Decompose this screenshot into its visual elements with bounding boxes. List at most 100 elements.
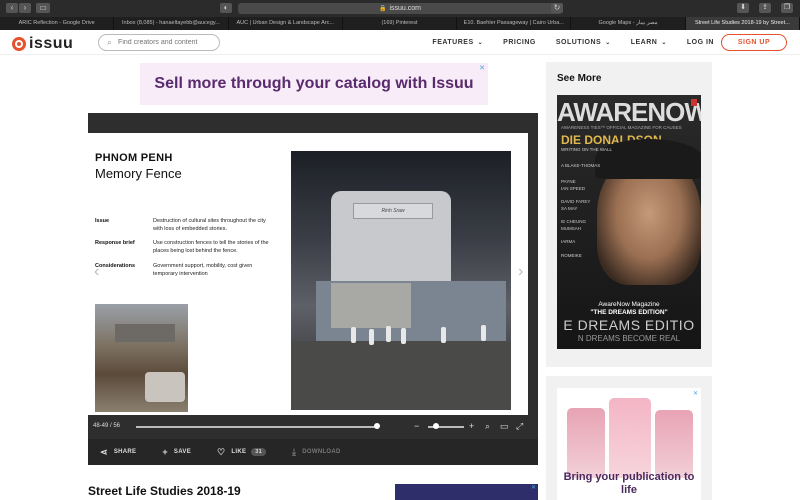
photo-person [369, 329, 374, 345]
photo-person [351, 327, 356, 343]
page-city-title: PHNOM PENH [95, 152, 173, 164]
nav-pricing[interactable]: PRICING [503, 39, 536, 46]
main-nav: FEATURES ⌄ PRICING SOLUTIONS ⌄ LEARN ⌄ LOG … [432, 30, 714, 55]
reader-controls: 48-49 / 56 − + ⌕ ▭ ⤢ [88, 415, 538, 439]
zoom-out-icon[interactable]: − [414, 421, 419, 431]
magazine-caption: AwareNow Magazine [598, 301, 660, 308]
like-count-badge: 31 [251, 448, 266, 456]
ad-choices-icon[interactable]: ✕ [693, 390, 698, 397]
tab-auc[interactable]: AUC | Urban Design & Landscape Arc... [229, 17, 343, 30]
sidebar-icon[interactable]: ▭ [36, 3, 50, 13]
nav-login[interactable]: LOG IN [687, 39, 714, 46]
site-header: issuu ⌕ FEATURES⌄ PRICING SOLUTIONS⌄ LEA… [0, 30, 800, 55]
logo-icon [12, 37, 26, 51]
photo-ground [291, 341, 511, 410]
tab-aric-reflection[interactable]: ARIC Reflection - Google Drive [0, 17, 115, 30]
chevron-down-icon: ⌄ [605, 40, 611, 46]
tab-baehler[interactable]: E10. Baehler Passageway | Cairo Urba... [457, 17, 572, 30]
document-reader: PHNOM PENH Memory Fence Issue Destructio… [88, 113, 538, 465]
reload-icon[interactable]: ↻ [551, 3, 563, 13]
search-box[interactable]: ⌕ [98, 34, 220, 51]
tab-inbox[interactable]: Inbox (8,085) - hanaeltayebb@aucegy... [114, 17, 229, 30]
prev-page-icon[interactable]: ‹ [94, 263, 99, 281]
zoom-slider-handle[interactable] [433, 423, 439, 429]
page-project-title: Memory Fence [95, 166, 182, 181]
tab-street-life[interactable]: Street Life Studies 2018-19 by Street... [685, 17, 800, 30]
share-icon[interactable]: ⇪ [759, 3, 771, 13]
bottom-ad[interactable]: ✕ [395, 484, 538, 500]
like-button[interactable]: ♡ LIKE 31 [217, 447, 266, 458]
magazine-brand: AWARENOW [557, 97, 701, 127]
see-more-title: See More [557, 73, 602, 84]
search-icon[interactable]: ⌕ [485, 421, 490, 432]
photo-person [386, 326, 391, 342]
nav-solutions[interactable]: SOLUTIONS ⌄ [556, 39, 611, 46]
ad-choices-icon[interactable]: ✕ [531, 484, 536, 491]
back-icon[interactable]: ‹ [6, 3, 18, 13]
page-slider-handle[interactable] [374, 423, 380, 429]
tab-google-maps[interactable]: Google Maps - مصر بيبار [571, 17, 686, 30]
chevron-down-icon: ⌄ [661, 40, 667, 46]
magazine-portrait-hat [595, 139, 701, 179]
search-icon: ⌕ [107, 37, 113, 47]
row-text-response: Use construction fences to tell the stor… [153, 240, 269, 254]
fullscreen-icon[interactable]: ⤢ [516, 421, 523, 432]
phone-mockup [655, 410, 693, 478]
photo-person [481, 325, 486, 341]
magazine-side-line: DAVID FAREY [561, 199, 591, 204]
building-photo: Rinh Sraw [291, 151, 511, 410]
ad-banner[interactable]: Sell more through your catalog with Issu… [140, 63, 488, 105]
photo-building-sign: Rinh Sraw [353, 203, 433, 219]
sidebar-ad-text: Bring your publication to life [563, 471, 695, 496]
forward-icon[interactable]: › [19, 3, 31, 13]
nav-learn[interactable]: LEARN ⌄ [631, 39, 667, 46]
sidebar-ad[interactable]: ✕ Bring your publication to life [546, 376, 712, 500]
phone-mockup [567, 408, 605, 478]
magazine-big-text: E DREAMS EDITIO [563, 317, 695, 333]
download-icon: ⤓ [291, 446, 297, 457]
magazine-tagline: AWARENESS TIES™ OFFICIAL MAGAZINE FOR CA… [561, 125, 682, 130]
photo-person [441, 327, 446, 343]
magazine-side-line: ROMEIKE [561, 253, 582, 258]
download-button[interactable]: ⤓ DOWNLOAD [292, 447, 341, 458]
photo-awning [115, 324, 175, 342]
magazine-edition: "THE DREAMS EDITION" [590, 309, 668, 316]
address-bar[interactable]: 🔒 issuu.com [238, 3, 562, 14]
see-more-panel: See More AWARENOW AWARENESS TIES™ OFFICI… [546, 62, 712, 367]
share-button[interactable]: ⋖ SHARE [100, 447, 136, 458]
issuu-logo[interactable]: issuu [12, 35, 73, 53]
tab-pinterest[interactable]: (169) Pinterest [343, 17, 458, 30]
tabs-icon[interactable]: ❐ [781, 3, 793, 13]
ad-banner-text: Sell more through your catalog with Issu… [154, 75, 474, 92]
row-label-response: Response brief [95, 240, 135, 246]
magazine-cover[interactable]: AWARENOW AWARENESS TIES™ OFFICIAL MAGAZI… [557, 95, 701, 349]
photo-fence-panel [331, 283, 411, 328]
page-slider[interactable] [136, 426, 376, 428]
magazine-side-line: SA MAY [561, 206, 578, 211]
document-title: Street Life Studies 2018-19 [88, 484, 241, 498]
magazine-side-line: A BLAKE-THOMAS [561, 163, 601, 168]
download-icon[interactable]: ⬇ [737, 3, 749, 13]
save-button[interactable]: + SAVE [162, 447, 191, 457]
row-text-issue: Destruction of cultural sites throughout… [153, 218, 266, 232]
nav-features[interactable]: FEATURES ⌄ [432, 39, 483, 46]
magazine-side-line: IE CHEUNG [561, 219, 587, 224]
row-label-issue: Issue [95, 218, 110, 224]
document-page: PHNOM PENH Memory Fence Issue Destructio… [88, 133, 528, 415]
magazine-side-line: IARMA [561, 239, 576, 244]
reader-icon[interactable]: ◐ [220, 3, 232, 13]
row-text-considerations: Government support, mobility, cost given… [153, 263, 253, 277]
magazine-side-line: PAYNE [561, 179, 576, 184]
magazine-side-line: IAN SPEED [561, 186, 586, 191]
row-label-considerations: Considerations [95, 263, 136, 269]
sidebar-ad-card: ✕ Bring your publication to life [557, 388, 701, 500]
ad-choices-icon[interactable]: ✕ [479, 64, 485, 72]
share-icon: ⋖ [100, 446, 108, 457]
zoom-in-icon[interactable]: + [469, 421, 474, 431]
signup-button[interactable]: SIGN UP [721, 34, 787, 51]
next-page-icon[interactable]: › [518, 263, 523, 281]
magazine-side-line: MUMSAH [561, 226, 581, 231]
photo-person [401, 328, 406, 344]
single-page-icon[interactable]: ▭ [500, 421, 509, 432]
search-input[interactable] [118, 39, 209, 46]
